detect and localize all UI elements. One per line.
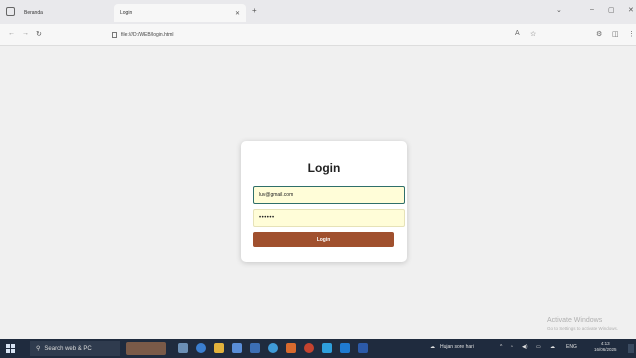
more-menu-icon[interactable]: ⋮ [628, 30, 635, 38]
chevron-down-icon[interactable]: ⌄ [556, 6, 562, 14]
chevron-up-icon[interactable]: ^ [500, 344, 502, 350]
app-icon[interactable] [358, 343, 368, 353]
app-icon[interactable] [268, 343, 278, 353]
new-tab-icon[interactable]: + [252, 6, 257, 15]
search-highlight-image[interactable] [126, 342, 166, 355]
taskbar: ⚲ Search web & PC ☁ Hujan sore hari ^ ◔ … [0, 339, 636, 358]
taskbar-search[interactable]: ⚲ Search web & PC [30, 341, 120, 356]
clock-date: 16/06/2025 [594, 347, 617, 352]
back-icon[interactable]: ← [8, 30, 15, 37]
url-field[interactable]: file:///D:/WEB/login.html [112, 28, 552, 42]
volume-icon[interactable]: ◀) [522, 344, 528, 350]
vscode-icon[interactable] [340, 343, 350, 353]
weather-icon[interactable]: ☁ [430, 344, 435, 350]
login-title: Login [307, 161, 341, 175]
login-button[interactable]: Login [253, 232, 394, 247]
start-button-windows-icon[interactable] [6, 344, 15, 353]
tab-login[interactable]: Login ✕ [114, 4, 246, 22]
watermark-title: Activate Windows [546, 317, 603, 324]
email-input[interactable] [253, 186, 405, 204]
minimize-icon[interactable]: – [590, 6, 594, 13]
password-input[interactable] [253, 209, 405, 227]
extensions-icon[interactable]: ⚙ [596, 30, 602, 38]
file-icon [112, 32, 117, 38]
forward-icon[interactable]: → [22, 30, 29, 37]
tab-label: Login [120, 10, 133, 16]
favorite-star-icon[interactable]: ☆ [530, 30, 536, 38]
activate-windows-watermark: Activate Windows Go to Settings to activ… [547, 317, 618, 331]
browser-tab-bar: Beranda Login ✕ + ⌄ – ▢ ✕ [0, 0, 636, 24]
watermark-subtitle: Go to Settings to activate Windows. [546, 326, 618, 331]
close-tab-icon[interactable]: ✕ [235, 10, 240, 17]
login-card: Login Login [241, 141, 407, 262]
maximize-icon[interactable]: ▢ [608, 6, 615, 14]
read-aloud-icon[interactable]: A [515, 30, 520, 37]
network-icon[interactable]: ◔ [510, 344, 513, 350]
page-viewport: Login Login Activate Windows Go to Setti… [0, 46, 636, 339]
sidebar-toggle-icon[interactable] [6, 7, 15, 16]
system-clock[interactable]: 4:13 16/06/2025 [594, 341, 617, 353]
app-icon[interactable] [304, 343, 314, 353]
url-text: file:///D:/WEB/login.html [121, 32, 174, 38]
tab-beranda[interactable]: Beranda [24, 4, 112, 22]
edge-browser-icon[interactable] [196, 343, 206, 353]
task-view-icon[interactable] [178, 343, 188, 353]
search-icon: ⚲ [36, 346, 41, 352]
collections-icon[interactable]: ◫ [612, 30, 619, 38]
mail-icon[interactable] [250, 343, 260, 353]
app-icon[interactable] [286, 343, 296, 353]
address-bar-row: ← → ↻ file:///D:/WEB/login.html A ☆ ⚙ ◫ … [0, 24, 636, 46]
weather-text[interactable]: Hujan sore hari [440, 344, 474, 350]
file-explorer-icon[interactable] [214, 343, 224, 353]
battery-icon[interactable]: ▭ [536, 344, 541, 350]
store-icon[interactable] [232, 343, 242, 353]
notification-icon[interactable] [628, 344, 634, 353]
language-indicator[interactable]: ENG [566, 344, 577, 350]
app-icon[interactable] [322, 343, 332, 353]
close-window-icon[interactable]: ✕ [628, 6, 634, 14]
reload-icon[interactable]: ↻ [36, 30, 42, 38]
search-placeholder: Search web & PC [44, 345, 92, 352]
tab-label: Beranda [24, 10, 43, 16]
cloud-icon[interactable]: ☁ [550, 344, 555, 350]
